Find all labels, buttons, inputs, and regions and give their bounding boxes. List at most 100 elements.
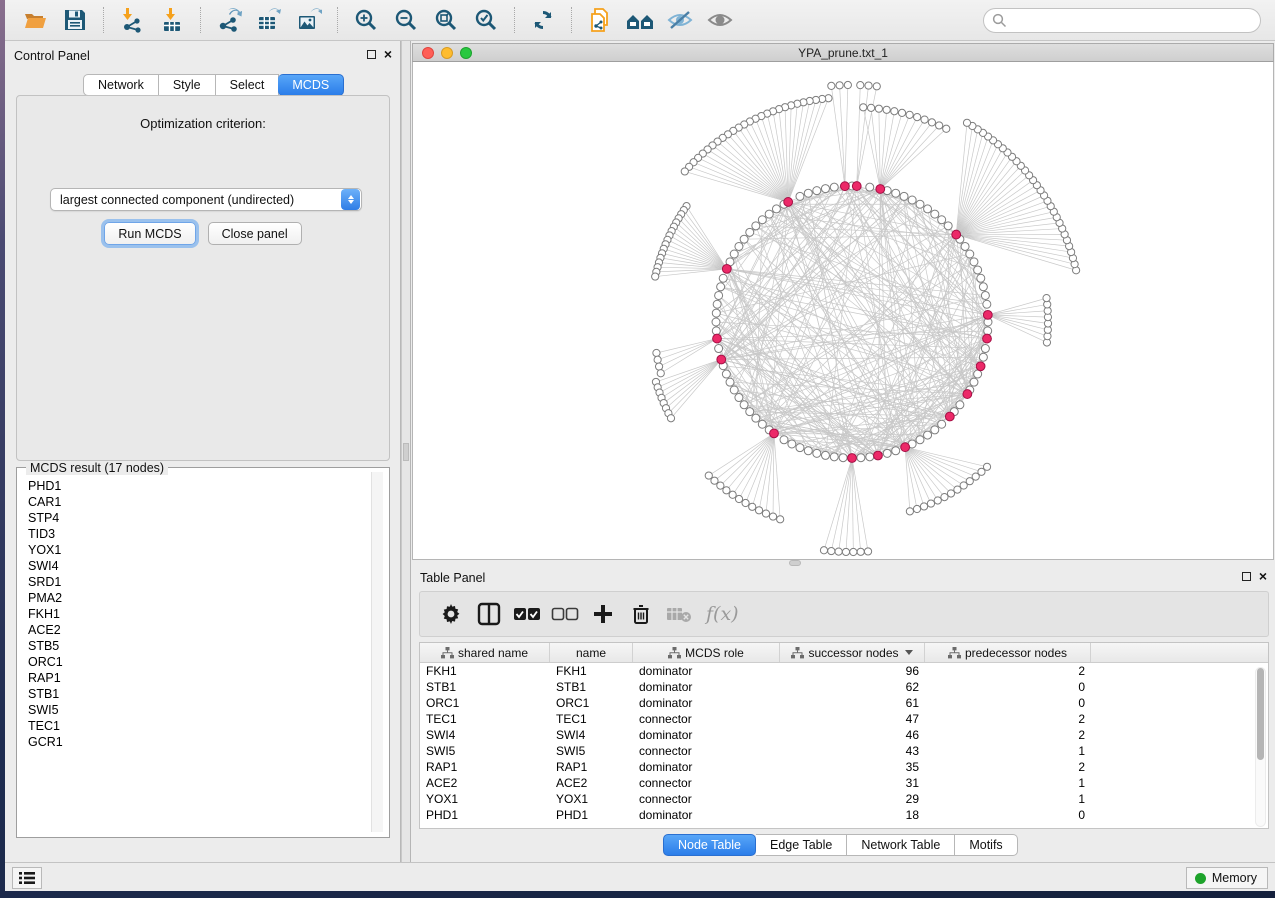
graph-leaf-node[interactable] — [777, 516, 784, 523]
graph-node[interactable] — [931, 426, 939, 434]
mcds-result-item[interactable]: TID3 — [19, 526, 371, 542]
graph-node[interactable] — [931, 210, 939, 218]
zoom-selected-icon[interactable] — [471, 5, 501, 35]
graph-leaf-node[interactable] — [842, 548, 849, 555]
run-mcds-button[interactable]: Run MCDS — [104, 222, 195, 245]
graph-leaf-node[interactable] — [723, 487, 730, 494]
graph-node[interactable] — [970, 378, 978, 386]
function-builder-icon[interactable]: f(x) — [706, 603, 739, 625]
graph-node[interactable] — [979, 353, 987, 361]
graph-node[interactable] — [916, 200, 924, 208]
mcds-result-item[interactable]: SWI5 — [19, 702, 371, 718]
select-all-rows-icon[interactable] — [513, 600, 541, 628]
deselect-all-rows-icon[interactable] — [551, 600, 579, 628]
tab-mcds[interactable]: MCDS — [278, 74, 344, 96]
graph-dominator-node[interactable] — [901, 443, 910, 452]
horizontal-splitter-grip[interactable] — [789, 560, 801, 566]
graph-leaf-node[interactable] — [749, 503, 756, 510]
column-header-predecessor-nodes[interactable]: predecessor nodes — [925, 643, 1091, 662]
graph-node[interactable] — [730, 386, 738, 394]
table-row[interactable]: STB1STB1dominator620 — [420, 679, 1268, 695]
column-header-successor-nodes[interactable]: successor nodes — [780, 643, 925, 662]
graph-node[interactable] — [740, 401, 748, 409]
graph-node[interactable] — [740, 235, 748, 243]
graph-leaf-node[interactable] — [729, 491, 736, 498]
graph-leaf-node[interactable] — [769, 513, 776, 520]
mcds-result-item[interactable]: PHD1 — [19, 478, 371, 494]
graph-node[interactable] — [735, 242, 743, 250]
graph-dominator-node[interactable] — [876, 185, 885, 194]
export-image-icon[interactable] — [294, 5, 324, 35]
graph-leaf-node[interactable] — [742, 499, 749, 506]
mcds-result-item[interactable]: FKH1 — [19, 606, 371, 622]
import-network-icon[interactable] — [117, 5, 147, 35]
graph-leaf-node[interactable] — [921, 116, 928, 123]
graph-leaf-node[interactable] — [735, 495, 742, 502]
graph-node[interactable] — [984, 327, 992, 335]
graph-node[interactable] — [830, 183, 838, 191]
graph-dominator-node[interactable] — [722, 264, 731, 273]
delete-table-icon[interactable] — [665, 600, 693, 628]
graph-node[interactable] — [796, 444, 804, 452]
graph-leaf-node[interactable] — [828, 547, 835, 554]
tab-network[interactable]: Network — [83, 74, 159, 96]
graph-leaf-node[interactable] — [857, 548, 864, 555]
graph-node[interactable] — [916, 436, 924, 444]
graph-node[interactable] — [821, 185, 829, 193]
graph-node[interactable] — [924, 431, 932, 439]
graph-dominator-node[interactable] — [713, 334, 722, 343]
graph-leaf-node[interactable] — [655, 363, 662, 370]
graph-node[interactable] — [752, 222, 760, 230]
graph-leaf-node[interactable] — [705, 472, 712, 479]
graph-node[interactable] — [715, 345, 723, 353]
table-row[interactable]: SWI5SWI5connector431 — [420, 743, 1268, 759]
graph-dominator-node[interactable] — [952, 230, 961, 239]
search-input[interactable] — [1007, 11, 1260, 31]
graph-node[interactable] — [892, 447, 900, 455]
graph-leaf-node[interactable] — [983, 463, 990, 470]
graph-node[interactable] — [772, 205, 780, 213]
graph-node[interactable] — [719, 274, 727, 282]
graph-leaf-node[interactable] — [657, 370, 664, 377]
close-panel-icon[interactable]: × — [384, 49, 392, 59]
tab-motifs[interactable]: Motifs — [955, 834, 1017, 856]
zoom-out-icon[interactable] — [391, 5, 421, 35]
graph-leaf-node[interactable] — [934, 497, 941, 504]
graph-node[interactable] — [746, 408, 754, 416]
graph-dominator-node[interactable] — [983, 334, 992, 343]
graph-node[interactable] — [722, 370, 730, 378]
graph-leaf-node[interactable] — [850, 548, 857, 555]
tab-edge-table[interactable]: Edge Table — [756, 834, 847, 856]
table-row[interactable]: TEC1TEC1connector472 — [420, 711, 1268, 727]
tab-node-table[interactable]: Node Table — [663, 834, 756, 856]
graph-node[interactable] — [804, 189, 812, 197]
first-neighbors-icon[interactable] — [625, 5, 655, 35]
graph-leaf-node[interactable] — [943, 125, 950, 132]
save-session-icon[interactable] — [60, 5, 90, 35]
graph-node[interactable] — [788, 440, 796, 448]
graph-leaf-node[interactable] — [857, 82, 864, 89]
graph-leaf-node[interactable] — [913, 505, 920, 512]
graph-leaf-node[interactable] — [820, 547, 827, 554]
graph-dominator-node[interactable] — [963, 390, 972, 399]
graph-leaf-node[interactable] — [865, 82, 872, 89]
network-graph[interactable] — [413, 62, 1273, 558]
graph-leaf-node[interactable] — [864, 548, 871, 555]
graph-node[interactable] — [892, 189, 900, 197]
graph-leaf-node[interactable] — [653, 349, 660, 356]
graph-leaf-node[interactable] — [920, 503, 927, 510]
import-table-icon[interactable] — [157, 5, 187, 35]
mcds-result-item[interactable]: YOX1 — [19, 542, 371, 558]
graph-node[interactable] — [730, 250, 738, 258]
graph-leaf-node[interactable] — [681, 168, 688, 175]
graph-node[interactable] — [765, 210, 773, 218]
column-layout-icon[interactable] — [475, 600, 503, 628]
graph-dominator-node[interactable] — [848, 454, 857, 463]
graph-leaf-node[interactable] — [652, 273, 659, 280]
table-settings-icon[interactable] — [437, 600, 465, 628]
table-scrollbar-thumb[interactable] — [1257, 668, 1264, 760]
zoom-fit-icon[interactable] — [431, 5, 461, 35]
graph-leaf-node[interactable] — [898, 109, 905, 116]
graph-node[interactable] — [944, 222, 952, 230]
graph-node[interactable] — [979, 283, 987, 291]
